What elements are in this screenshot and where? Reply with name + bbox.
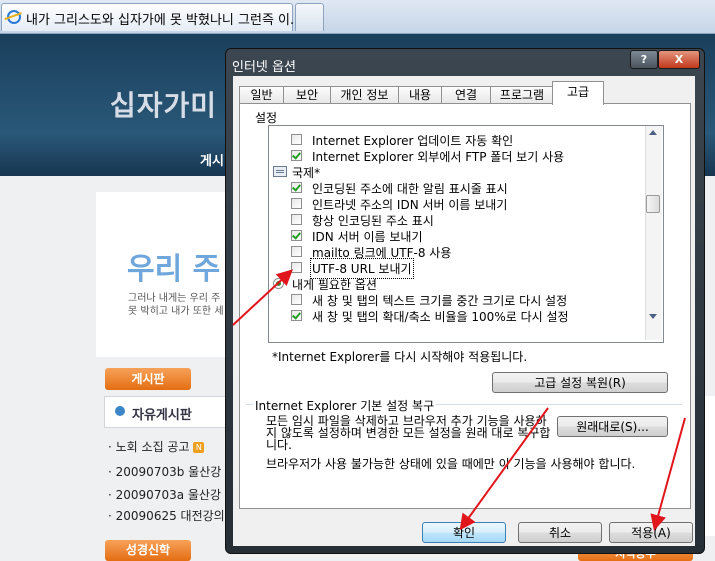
help-button[interactable]: ?: [630, 50, 658, 69]
new-badge: N: [193, 442, 205, 453]
checkbox[interactable]: [291, 246, 302, 257]
list-item[interactable]: · 노회 소집 공고 N: [108, 438, 205, 455]
board-bullet-icon: [115, 406, 125, 416]
reset-description: 모든 임시 파일을 삭제하고 브라우저 추가 기능을 사용하지 않도록 설정하며…: [266, 414, 551, 452]
checkbox[interactable]: [291, 182, 302, 193]
setting-label: IDN 서버 이름 보내기: [312, 230, 423, 244]
setting-label: 새 창 및 탭의 확대/축소 비율을 100%로 다시 설정: [312, 310, 569, 324]
setting-label: 항상 인코딩된 주소 표시: [312, 214, 434, 228]
list-item-label: 노회 소집 공고: [115, 440, 190, 454]
setting-label: mailto 링크에 UTF-8 사용: [312, 246, 452, 260]
restore-advanced-button[interactable]: 고급 설정 복원(R): [492, 372, 668, 393]
group-icon: [273, 278, 284, 289]
scroll-up-icon[interactable]: [649, 130, 657, 135]
list-item[interactable]: · 20090703a 울산강: [108, 486, 221, 503]
checkbox-utf8-url[interactable]: [291, 262, 302, 273]
list-item[interactable]: · 20090625 대전강의: [108, 507, 225, 524]
checkbox[interactable]: [291, 310, 302, 321]
setting-label: Internet Explorer 업데이트 자동 확인: [312, 134, 514, 148]
site-logo[interactable]: 십자가미: [110, 84, 217, 124]
scroll-down-icon[interactable]: [649, 314, 657, 319]
group-label: 국제*: [292, 166, 321, 180]
ie-logo-icon: [7, 10, 21, 24]
new-tab-button[interactable]: [295, 3, 324, 31]
checkbox[interactable]: [291, 230, 302, 241]
tab-privacy[interactable]: 개인 정보: [330, 86, 399, 104]
setting-label: 인트라넷 주소의 IDN 서버 이름 보내기: [312, 198, 508, 212]
browser-tab-title: 내가 그리스도와 십자가에 못 박혔나니 그런즉 이...: [26, 13, 303, 28]
browser-tab[interactable]: 내가 그리스도와 십자가에 못 박혔나니 그런즉 이...: [1, 3, 302, 31]
browser-tab-strip: 내가 그리스도와 십자가에 못 박혔나니 그런즉 이...: [0, 0, 715, 34]
apply-button[interactable]: 적용(A): [609, 522, 693, 543]
setting-label-utf8-url: UTF-8 URL 보내기: [310, 258, 414, 279]
settings-scrollbar[interactable]: [645, 126, 662, 340]
list-item[interactable]: · 20090703b 울산강: [108, 463, 221, 480]
checkbox[interactable]: [291, 294, 302, 305]
checkbox[interactable]: [291, 134, 302, 145]
right-panel: [704, 396, 715, 536]
tab-general[interactable]: 일반: [239, 86, 284, 104]
checkbox[interactable]: [291, 214, 302, 225]
tab-connections[interactable]: 연결: [441, 86, 491, 104]
dialog-title: 인터넷 옵션: [232, 60, 296, 75]
settings-label: 설정: [255, 111, 278, 125]
tab-programs[interactable]: 프로그램: [490, 86, 554, 104]
cancel-button[interactable]: 취소: [518, 522, 602, 543]
group-label: 내게 필요한 옵션: [292, 278, 377, 292]
setting-label: Internet Explorer 외부에서 FTP 폴더 보기 사용: [312, 150, 565, 164]
checkbox[interactable]: [291, 198, 302, 209]
scroll-thumb[interactable]: [646, 195, 660, 213]
reset-note: 브라우저가 사용 불가능한 상태에 있을 때에만 이 기능을 사용해야 합니다.: [266, 457, 636, 471]
board-title[interactable]: 자유게시판: [132, 404, 192, 423]
board-button[interactable]: 게시판: [105, 368, 191, 390]
group-icon: [273, 166, 287, 177]
tab-security[interactable]: 보안: [283, 86, 331, 104]
bible-button[interactable]: 성경신학: [105, 540, 191, 561]
tab-advanced[interactable]: 고급: [552, 81, 604, 105]
reset-button[interactable]: 원래대로(S)...: [557, 416, 668, 437]
list-item-label: 20090703a 울산강: [115, 488, 222, 502]
tab-content[interactable]: 내용: [398, 86, 442, 104]
close-button[interactable]: X: [658, 50, 700, 69]
site-nav-item[interactable]: 게시: [200, 150, 224, 169]
setting-label: 새 창 및 탭의 텍스트 크기를 중간 크기로 다시 설정: [312, 294, 568, 308]
reset-group-label: Internet Explorer 기본 설정 복구: [253, 397, 437, 414]
ok-button[interactable]: 확인: [422, 522, 506, 543]
checkbox[interactable]: [291, 150, 302, 161]
restart-note: *Internet Explorer를 다시 시작해야 적용됩니다.: [272, 350, 528, 364]
banner-text-line2: 못 박히고 내가 또한 세: [128, 306, 224, 317]
list-item-label: 20090625 대전강의: [115, 509, 225, 523]
list-item-label: 20090703b 울산강: [115, 465, 222, 479]
setting-label: 인코딩된 주소에 대한 알림 표시줄 표시: [312, 182, 508, 196]
